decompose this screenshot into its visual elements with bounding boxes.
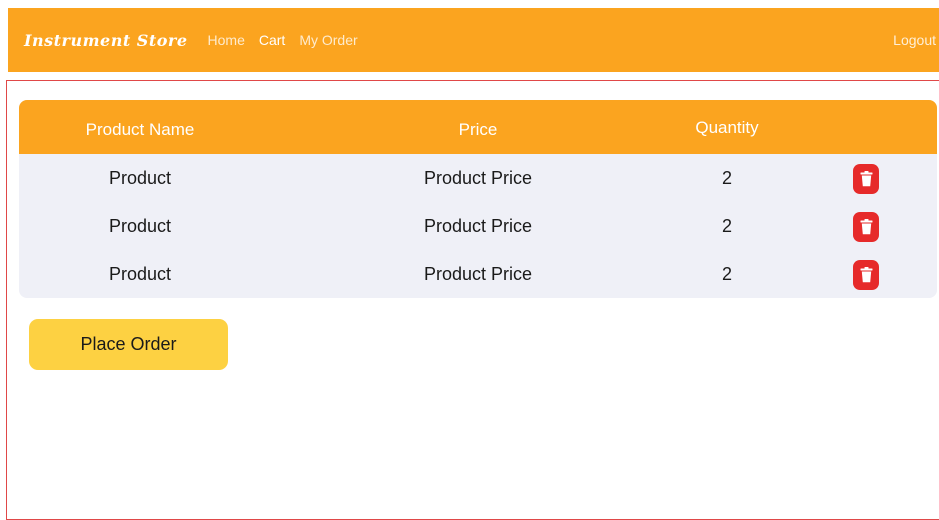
cell-quantity: 2 bbox=[721, 264, 733, 284]
brand-logo[interactable]: Instrument Store bbox=[24, 31, 188, 50]
logout-link[interactable]: Logout bbox=[893, 32, 936, 48]
place-order-button[interactable]: Place Order bbox=[29, 319, 228, 370]
trash-icon bbox=[860, 267, 872, 283]
cell-product: Product bbox=[108, 168, 172, 188]
cell-product: Product bbox=[108, 216, 172, 236]
delete-button[interactable] bbox=[853, 164, 879, 194]
navbar: Instrument Store Home Cart My Order Logo… bbox=[8, 8, 939, 72]
nav-link-my-order[interactable]: My Order bbox=[299, 32, 357, 48]
delete-button[interactable] bbox=[853, 260, 879, 290]
trash-icon bbox=[860, 219, 872, 235]
cell-price: Product Price bbox=[423, 216, 533, 236]
header-price: Price bbox=[458, 120, 498, 139]
table-header: Product Name Price Quantity bbox=[19, 100, 937, 154]
cart-table: Product Name Price Quantity Product Prod… bbox=[19, 100, 937, 298]
trash-icon bbox=[860, 171, 872, 187]
cell-price: Product Price bbox=[423, 168, 533, 188]
nav-link-home[interactable]: Home bbox=[208, 32, 245, 48]
header-product-name: Product Name bbox=[85, 120, 195, 139]
cell-price: Product Price bbox=[423, 264, 533, 284]
delete-button[interactable] bbox=[853, 212, 879, 242]
cell-product: Product bbox=[108, 264, 172, 284]
nav-link-cart[interactable]: Cart bbox=[259, 32, 285, 48]
header-quantity: Quantity bbox=[695, 118, 759, 137]
cell-quantity: 2 bbox=[721, 168, 733, 188]
cell-quantity: 2 bbox=[721, 216, 733, 236]
